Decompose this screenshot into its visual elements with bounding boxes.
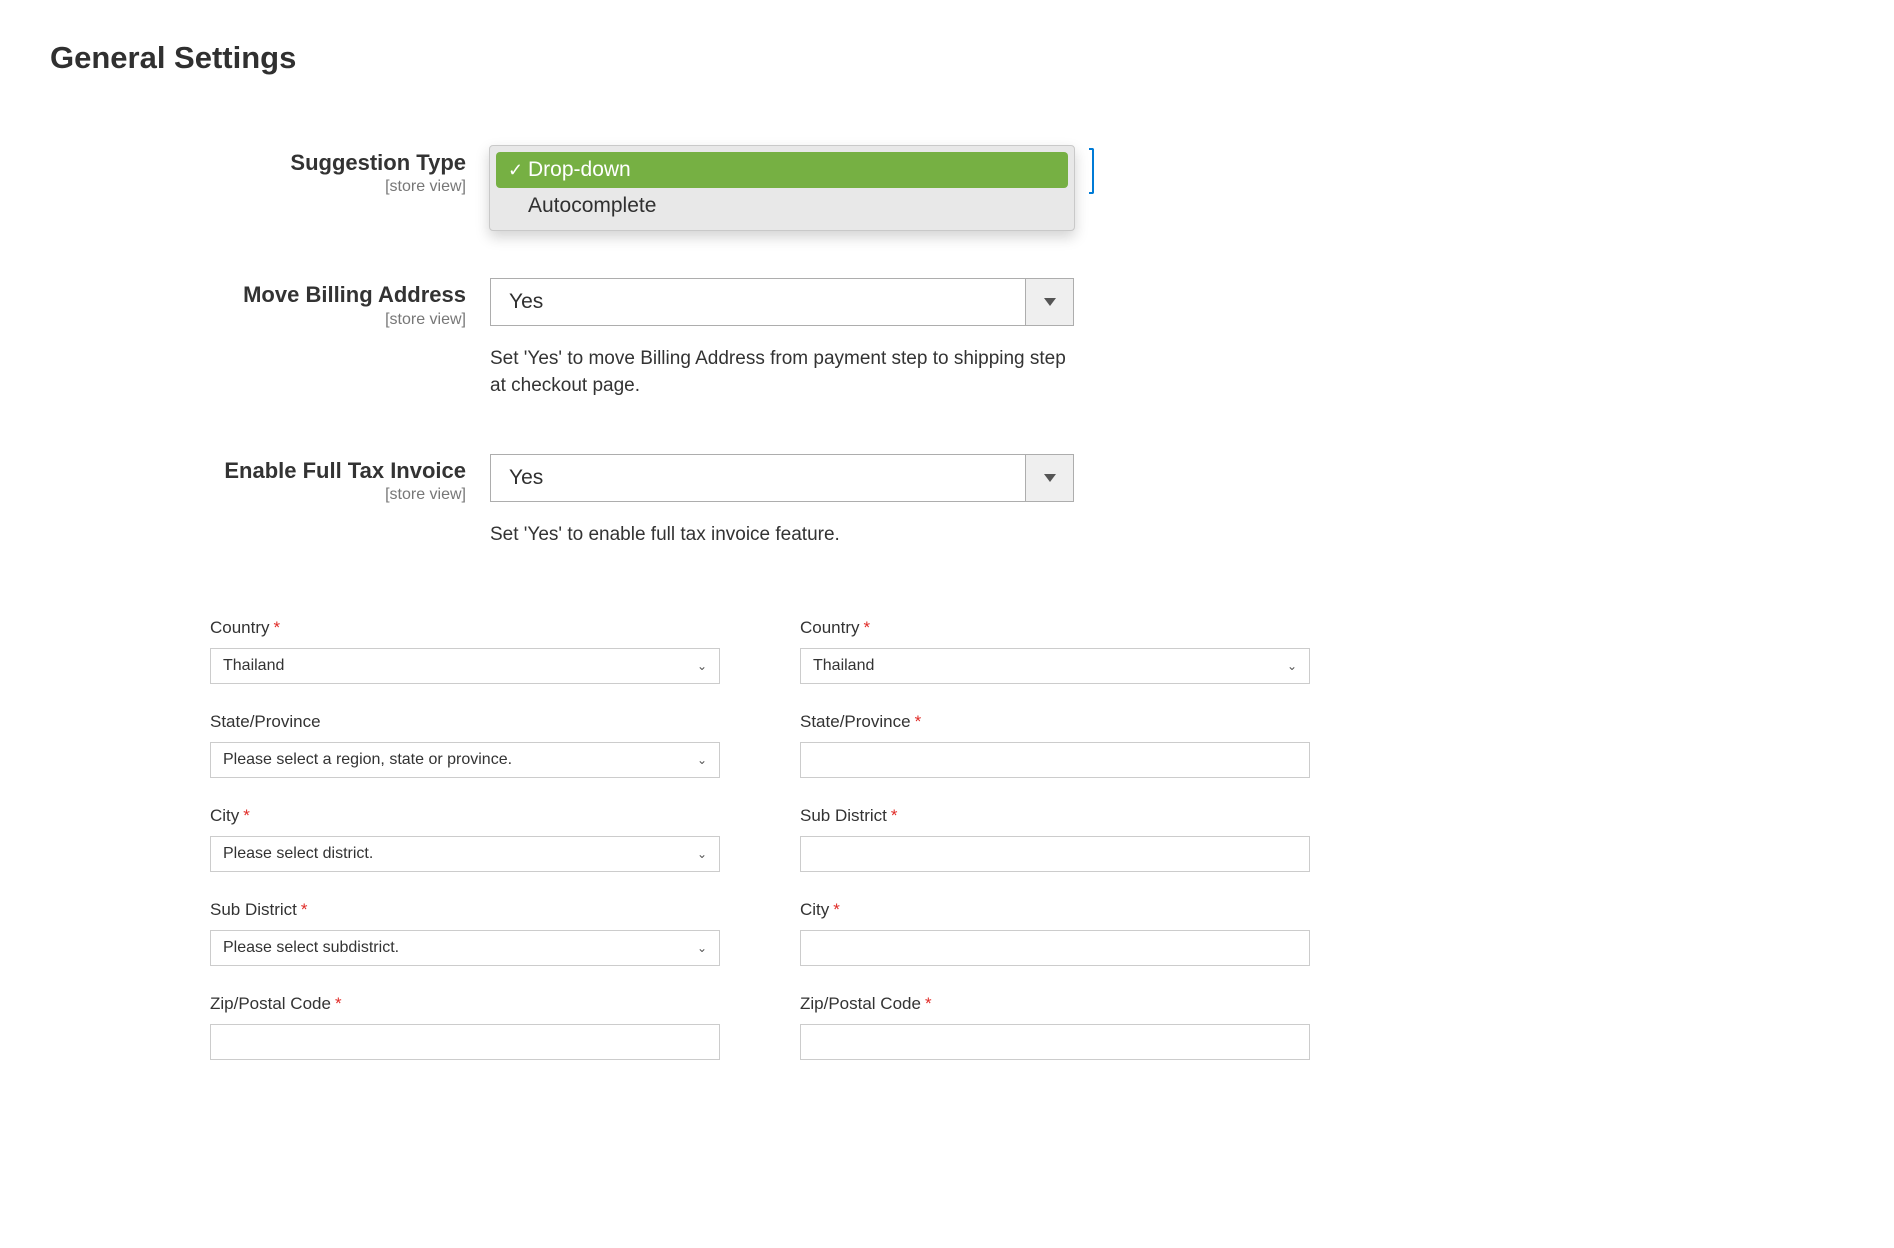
- field-state-left: State/Province Please select a region, s…: [210, 712, 720, 778]
- enable-invoice-note: Set 'Yes' to enable full tax invoice fea…: [490, 522, 1074, 549]
- field-country-left: Country* Thailand ⌄: [210, 618, 720, 684]
- state-label: State/Province: [210, 712, 720, 732]
- required-marker: *: [925, 994, 932, 1013]
- option-label: Drop-down: [528, 158, 631, 182]
- field-state-right: State/Province*: [800, 712, 1310, 778]
- country-select[interactable]: Thailand ⌄: [800, 648, 1310, 684]
- country-select[interactable]: Thailand ⌄: [210, 648, 720, 684]
- country-label: Country*: [210, 618, 720, 638]
- state-input[interactable]: [800, 742, 1310, 778]
- zip-label: Zip/Postal Code*: [800, 994, 1310, 1014]
- field-zip-left: Zip/Postal Code*: [210, 994, 720, 1060]
- label-col: Move Billing Address [store view]: [50, 278, 490, 399]
- city-input[interactable]: [800, 930, 1310, 966]
- field-enable-invoice: Enable Full Tax Invoice [store view] Yes…: [50, 454, 1090, 549]
- scope-label: [store view]: [50, 311, 466, 329]
- required-marker: *: [274, 618, 281, 637]
- zip-input[interactable]: [210, 1024, 720, 1060]
- subdistrict-input[interactable]: [800, 836, 1310, 872]
- field-city-left: City* Please select district. ⌄: [210, 806, 720, 872]
- suggestion-type-dropdown[interactable]: ✓ Drop-down Autocomplete: [489, 145, 1075, 231]
- select-value: Please select subdistrict.: [223, 939, 399, 957]
- dropdown-option-autocomplete[interactable]: Autocomplete: [496, 188, 1068, 224]
- select-value: Please select a region, state or provinc…: [223, 751, 512, 769]
- check-icon: ✓: [508, 160, 528, 181]
- page-title: General Settings: [50, 40, 1844, 76]
- required-marker: *: [335, 994, 342, 1013]
- required-marker: *: [301, 900, 308, 919]
- state-select[interactable]: Please select a region, state or provinc…: [210, 742, 720, 778]
- city-select[interactable]: Please select district. ⌄: [210, 836, 720, 872]
- left-address-form: Country* Thailand ⌄ State/Province Pleas…: [210, 618, 720, 1088]
- zip-input[interactable]: [800, 1024, 1310, 1060]
- field-country-right: Country* Thailand ⌄: [800, 618, 1310, 684]
- field-city-right: City*: [800, 900, 1310, 966]
- field-col: ✓ Drop-down Autocomplete: [490, 146, 1090, 196]
- label-col: Suggestion Type [store view]: [50, 146, 490, 196]
- required-marker: *: [891, 806, 898, 825]
- state-label: State/Province*: [800, 712, 1310, 732]
- label-col: Enable Full Tax Invoice [store view]: [50, 454, 490, 549]
- city-label: City*: [800, 900, 1310, 920]
- suggestion-type-label: Suggestion Type: [290, 150, 466, 175]
- required-marker: *: [243, 806, 250, 825]
- chevron-down-icon: ⌄: [1287, 659, 1297, 673]
- move-billing-note: Set 'Yes' to move Billing Address from p…: [490, 346, 1074, 399]
- field-subdistrict-right: Sub District*: [800, 806, 1310, 872]
- move-billing-select[interactable]: Yes: [490, 278, 1074, 326]
- subdistrict-label: Sub District*: [800, 806, 1310, 826]
- scope-label: [store view]: [50, 486, 466, 504]
- right-address-form: Country* Thailand ⌄ State/Province* Sub …: [800, 618, 1310, 1088]
- chevron-down-icon: [1025, 279, 1073, 325]
- city-label: City*: [210, 806, 720, 826]
- chevron-down-icon: ⌄: [697, 753, 707, 767]
- field-col: Yes Set 'Yes' to enable full tax invoice…: [490, 454, 1090, 549]
- chevron-down-icon: ⌄: [697, 659, 707, 673]
- enable-invoice-label: Enable Full Tax Invoice: [224, 458, 466, 483]
- required-marker: *: [864, 618, 871, 637]
- move-billing-label: Move Billing Address: [243, 282, 466, 307]
- select-value: Thailand: [223, 657, 284, 675]
- general-settings-form: Suggestion Type [store view] ✓ Drop-down…: [50, 146, 1090, 548]
- subdistrict-label: Sub District*: [210, 900, 720, 920]
- subdistrict-select[interactable]: Please select subdistrict. ⌄: [210, 930, 720, 966]
- option-label: Autocomplete: [528, 194, 656, 218]
- scope-label: [store view]: [50, 178, 466, 196]
- dropdown-option-dropdown[interactable]: ✓ Drop-down: [496, 152, 1068, 188]
- select-value: Yes: [491, 466, 1025, 490]
- field-move-billing: Move Billing Address [store view] Yes Se…: [50, 278, 1090, 399]
- zip-label: Zip/Postal Code*: [210, 994, 720, 1014]
- field-col: Yes Set 'Yes' to move Billing Address fr…: [490, 278, 1090, 399]
- field-suggestion-type: Suggestion Type [store view] ✓ Drop-down…: [50, 146, 1090, 196]
- required-marker: *: [915, 712, 922, 731]
- field-zip-right: Zip/Postal Code*: [800, 994, 1310, 1060]
- chevron-down-icon: ⌄: [697, 941, 707, 955]
- chevron-down-icon: ⌄: [697, 847, 707, 861]
- enable-invoice-select[interactable]: Yes: [490, 454, 1074, 502]
- address-preview-area: Country* Thailand ⌄ State/Province Pleas…: [50, 618, 1844, 1088]
- field-subdistrict-left: Sub District* Please select subdistrict.…: [210, 900, 720, 966]
- required-marker: *: [833, 900, 840, 919]
- country-label: Country*: [800, 618, 1310, 638]
- select-value: Thailand: [813, 657, 874, 675]
- chevron-down-icon: [1025, 455, 1073, 501]
- select-value: Please select district.: [223, 845, 373, 863]
- focus-indicator: [1089, 148, 1094, 194]
- select-value: Yes: [491, 290, 1025, 314]
